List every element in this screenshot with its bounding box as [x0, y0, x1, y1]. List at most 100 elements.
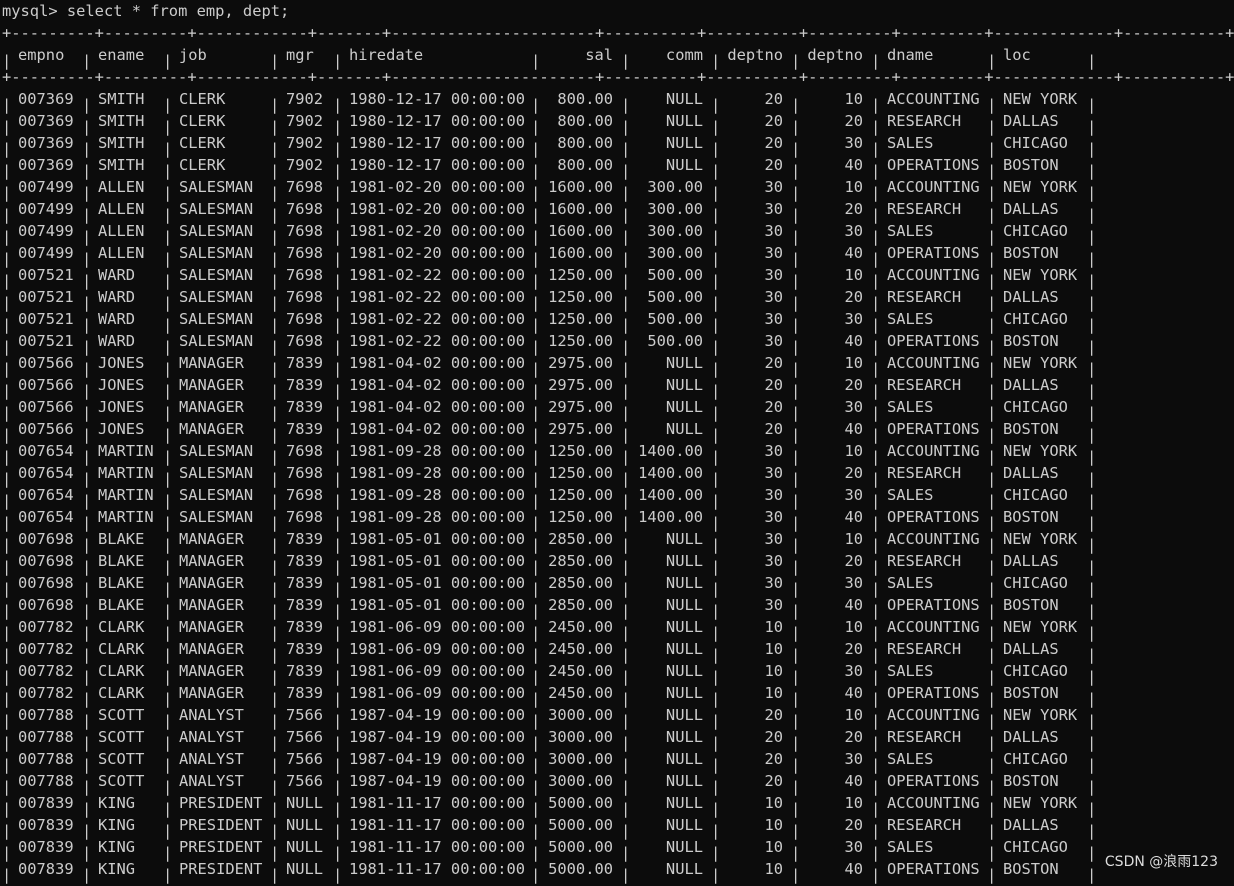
table-border-header: +---------+---------+------------+------…: [2, 68, 1234, 86]
header-cell: deptno: [807, 46, 863, 64]
row-cell: MANAGER: [179, 596, 244, 614]
row-cell: 30: [844, 574, 863, 592]
row-cell: ACCOUNTING: [887, 354, 980, 372]
row-cell: SMITH: [98, 90, 145, 108]
row-cell: 7698: [286, 310, 324, 328]
header-cell: dname: [887, 46, 934, 64]
row-cell: 30: [844, 838, 863, 856]
row-cell: 30: [764, 332, 783, 350]
table-row: | 007499 | ALLEN | SALESMAN | 7698 | 1981-02-20 0…: [2, 220, 1234, 246]
row-cell: ACCOUNTING: [887, 618, 980, 636]
row-cell: 7698: [286, 486, 324, 504]
command-line: mysql> select * from emp, dept;: [2, 0, 1234, 22]
row-cell: 20: [844, 288, 863, 306]
row-cell: 30: [764, 486, 783, 504]
column-separator: |: [987, 866, 997, 884]
table-row: | 007839 | KING | PRESIDENT | NULL | 1981-11-17 0…: [2, 836, 1234, 862]
row-cell: 3000.00: [548, 772, 613, 790]
row-cell: RESEARCH: [887, 112, 962, 130]
row-cell: 30: [764, 222, 783, 240]
row-cell: 5000.00: [548, 860, 613, 878]
row-cell: 10: [764, 838, 783, 856]
row-cell: SALESMAN: [179, 486, 254, 504]
row-cell: SALES: [887, 750, 934, 768]
row-cell: OPERATIONS: [887, 596, 980, 614]
table-row: | 007698 | BLAKE | MANAGER | 7839 | 1981-05-01 00…: [2, 550, 1234, 576]
header-cell: job: [179, 46, 207, 64]
row-cell: SCOTT: [98, 772, 145, 790]
row-cell: NEW YORK: [1003, 354, 1078, 372]
row-cell: 007698: [18, 530, 74, 548]
row-cell: 500.00: [647, 266, 703, 284]
row-cell: 7839: [286, 354, 324, 372]
row-cell: PRESIDENT: [179, 794, 263, 812]
row-cell: 1250.00: [548, 442, 613, 460]
row-cell: MANAGER: [179, 530, 244, 548]
row-cell: DALLAS: [1003, 288, 1059, 306]
row-cell: 7698: [286, 464, 324, 482]
table-row: | 007499 | ALLEN | SALESMAN | 7698 | 1981-02-20 0…: [2, 198, 1234, 224]
row-cell: 5000.00: [548, 838, 613, 856]
table-row: | 007369 | SMITH | CLERK | 7902 | 1980-12-17 00:0…: [2, 88, 1234, 114]
row-cell: 30: [764, 596, 783, 614]
row-cell: 40: [844, 156, 863, 174]
row-cell: 7839: [286, 574, 324, 592]
row-cell: SALES: [887, 222, 934, 240]
row-cell: 800.00: [557, 134, 613, 152]
row-cell: PRESIDENT: [179, 816, 263, 834]
row-cell: WARD: [98, 288, 136, 306]
row-cell: NEW YORK: [1003, 178, 1078, 196]
row-cell: 1250.00: [548, 464, 613, 482]
row-cell: NULL: [665, 640, 703, 658]
row-cell: 300.00: [647, 222, 703, 240]
row-cell: 7698: [286, 332, 324, 350]
sql-command: select * from emp, dept;: [66, 2, 290, 20]
row-cell: 500.00: [647, 332, 703, 350]
row-cell: ANALYST: [179, 728, 244, 746]
row-cell: 1600.00: [548, 178, 613, 196]
row-cell: SALESMAN: [179, 464, 254, 482]
row-cell: NEW YORK: [1003, 530, 1078, 548]
row-cell: 1987-04-19 00:00:00: [349, 728, 526, 746]
row-cell: BOSTON: [1003, 772, 1059, 790]
row-cell: 20: [764, 706, 783, 724]
row-cell: 2850.00: [548, 552, 613, 570]
row-cell: NULL: [286, 816, 324, 834]
row-cell: MANAGER: [179, 640, 244, 658]
row-cell: 007788: [18, 706, 74, 724]
row-cell: NULL: [286, 860, 324, 878]
row-cell: NULL: [665, 530, 703, 548]
row-cell: ALLEN: [98, 200, 145, 218]
row-cell: OPERATIONS: [887, 684, 980, 702]
row-cell: 007788: [18, 750, 74, 768]
row-cell: MANAGER: [179, 354, 244, 372]
row-cell: RESEARCH: [887, 288, 962, 306]
row-cell: 40: [844, 508, 863, 526]
row-cell: RESEARCH: [887, 728, 962, 746]
row-cell: 1981-11-17 00:00:00: [349, 860, 526, 878]
row-cell: 7839: [286, 618, 324, 636]
row-cell: 7839: [286, 530, 324, 548]
row-cell: 007521: [18, 332, 74, 350]
row-cell: NULL: [665, 706, 703, 724]
row-cell: 2450.00: [548, 684, 613, 702]
row-cell: 2850.00: [548, 574, 613, 592]
row-cell: PRESIDENT: [179, 838, 263, 856]
row-cell: 1981-04-02 00:00:00: [349, 354, 526, 372]
row-cell: 30: [844, 398, 863, 416]
row-cell: 2850.00: [548, 596, 613, 614]
row-cell: 007566: [18, 354, 74, 372]
row-cell: 20: [844, 728, 863, 746]
terminal-window[interactable]: mysql> select * from emp, dept; +-------…: [2, 0, 1234, 884]
row-cell: NULL: [665, 684, 703, 702]
row-cell: 10: [844, 90, 863, 108]
row-cell: CLERK: [179, 134, 226, 152]
table-row: | 007782 | CLARK | MANAGER | 7839 | 1981-06-09 00…: [2, 616, 1234, 642]
row-cell: NULL: [665, 156, 703, 174]
row-cell: MARTIN: [98, 508, 154, 526]
row-cell: NEW YORK: [1003, 618, 1078, 636]
row-cell: 007782: [18, 662, 74, 680]
row-cell: 40: [844, 772, 863, 790]
table-row: | 007566 | JONES | MANAGER | 7839 | 1981-04-02 00…: [2, 396, 1234, 422]
row-cell: CHICAGO: [1003, 134, 1068, 152]
